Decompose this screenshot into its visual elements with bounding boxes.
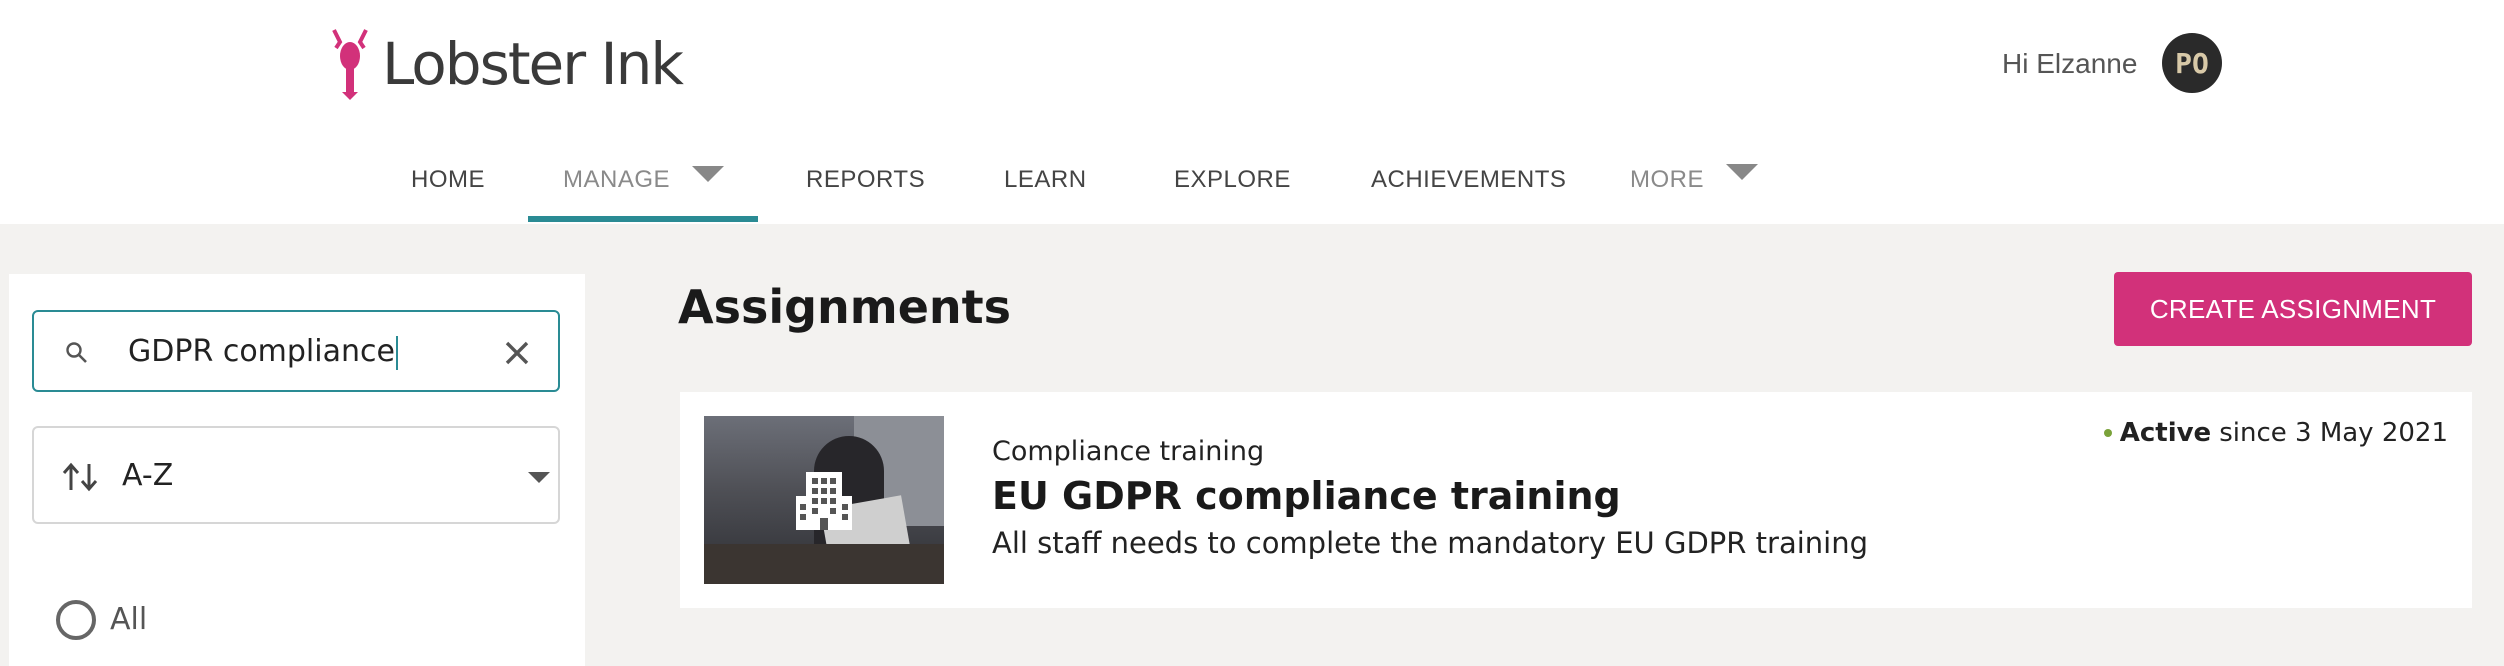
- assignment-title[interactable]: EU GDPR compliance training: [992, 474, 1621, 518]
- user-greeting: Hi Elzanne: [2002, 48, 2138, 79]
- nav-explore[interactable]: EXPLORE: [1174, 166, 1291, 194]
- assignment-card[interactable]: Compliance training EU GDPR compliance t…: [680, 392, 2472, 608]
- assignment-category: Compliance training: [992, 436, 1265, 467]
- status-label: Active: [2119, 418, 2212, 448]
- assignment-thumbnail: [704, 416, 944, 584]
- status-badge: Active since 3 May 2021: [2103, 418, 2448, 448]
- chevron-down-icon[interactable]: [1726, 164, 1758, 180]
- nav-achievements[interactable]: ACHIEVEMENTS: [1371, 166, 1566, 194]
- nav-reports[interactable]: REPORTS: [806, 166, 925, 194]
- search-value[interactable]: GDPR compliance: [128, 334, 398, 370]
- brand-name: Lobster Ink: [382, 30, 684, 98]
- text-cursor: [395, 335, 398, 370]
- status-dot-icon: [2103, 429, 2112, 437]
- building-icon: [796, 472, 852, 530]
- close-icon[interactable]: [498, 334, 536, 372]
- nav-learn[interactable]: LEARN: [1004, 166, 1087, 194]
- search-input[interactable]: GDPR compliance: [32, 310, 560, 392]
- lobster-icon: [332, 29, 368, 100]
- avatar[interactable]: PO: [2162, 33, 2222, 93]
- nav-manage[interactable]: MANAGE: [563, 166, 670, 194]
- chevron-down-icon: [528, 472, 550, 483]
- nav-home[interactable]: HOME: [411, 166, 485, 194]
- status-since: since 3 May 2021: [2219, 418, 2448, 448]
- sort-value: A-Z: [122, 458, 174, 493]
- active-tab-indicator: [528, 216, 758, 222]
- sort-icon: [62, 462, 98, 492]
- search-icon: [66, 342, 87, 363]
- radio-all-label: All: [110, 602, 148, 637]
- top-header: Lobster Ink Hi Elzanne PO HOME MANAGE RE…: [0, 0, 2504, 224]
- brand-logo[interactable]: Lobster Ink: [326, 24, 684, 104]
- chevron-down-icon[interactable]: [692, 166, 724, 182]
- page-title: Assignments: [678, 280, 1012, 334]
- sort-select[interactable]: A-Z: [32, 426, 560, 524]
- nav-more[interactable]: MORE: [1630, 166, 1704, 194]
- radio-all[interactable]: [56, 600, 96, 640]
- create-assignment-button[interactable]: CREATE ASSIGNMENT: [2114, 272, 2472, 346]
- assignment-description: All staff needs to complete the mandator…: [992, 526, 1869, 560]
